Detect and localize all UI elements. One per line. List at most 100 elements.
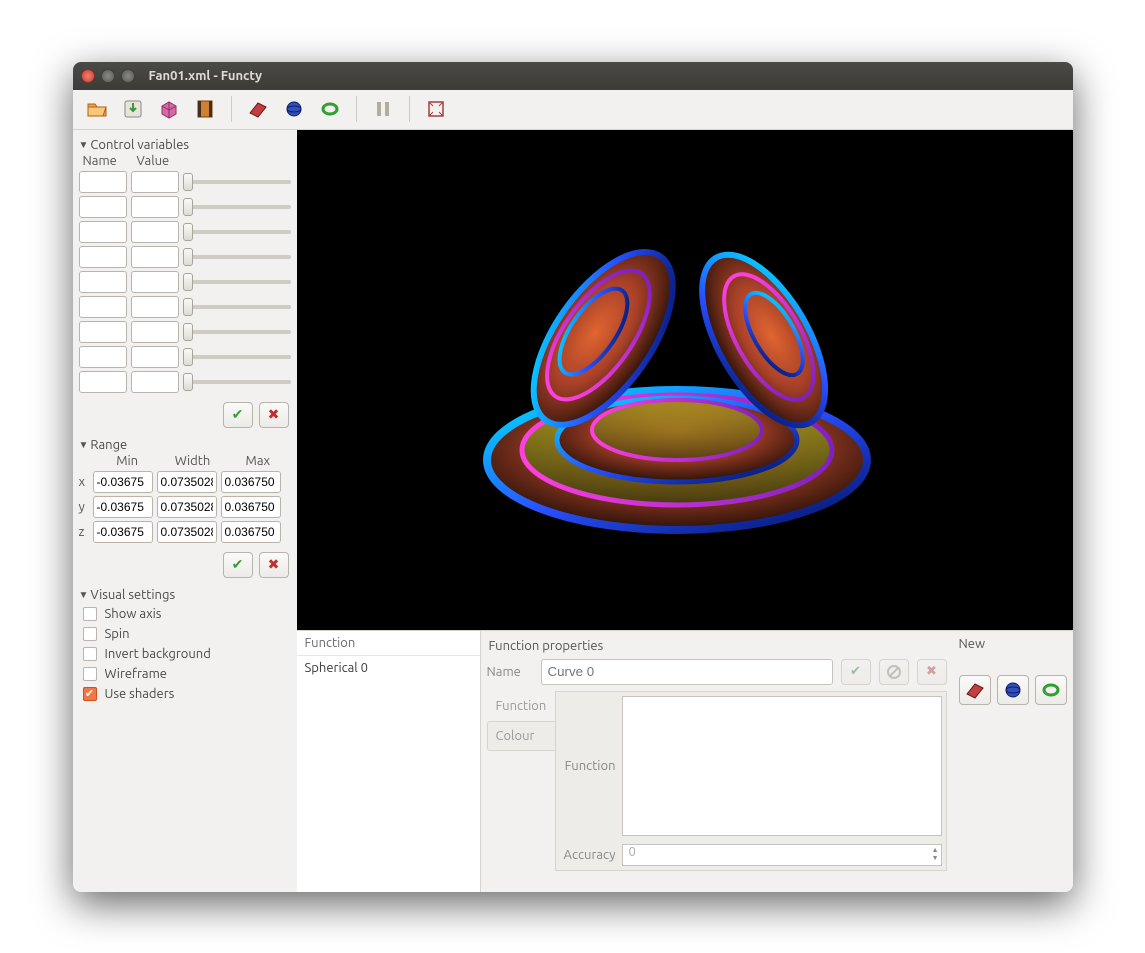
- range-expander[interactable]: ▼ Range: [79, 438, 291, 452]
- fullscreen-button[interactable]: [420, 93, 452, 125]
- cv-row: [79, 196, 291, 218]
- cv-value-input[interactable]: [131, 271, 179, 293]
- cv-slider[interactable]: [183, 196, 291, 218]
- folder-open-icon: [86, 98, 108, 120]
- name-label: Name: [487, 665, 533, 679]
- export-movie-button[interactable]: [189, 93, 221, 125]
- window-maximize-button[interactable]: [121, 69, 135, 83]
- visual-settings-expander[interactable]: ▼ Visual settings: [79, 588, 291, 602]
- cv-row: [79, 171, 291, 193]
- cv-slider[interactable]: [183, 296, 291, 318]
- viewport-3d[interactable]: [297, 130, 1073, 630]
- cv-cancel-button[interactable]: ✖: [259, 402, 289, 428]
- cv-col-value: Value: [137, 154, 170, 168]
- cv-name-input[interactable]: [79, 296, 127, 318]
- cartesian-button[interactable]: [242, 93, 274, 125]
- pause-button[interactable]: [367, 93, 399, 125]
- tab-function[interactable]: Function: [487, 691, 555, 721]
- spherical-button[interactable]: [278, 93, 310, 125]
- cv-value-input[interactable]: [131, 221, 179, 243]
- function-textarea[interactable]: [622, 696, 942, 836]
- cv-slider[interactable]: [183, 271, 291, 293]
- function-list: Function Spherical 0: [297, 631, 481, 892]
- tab-colour[interactable]: Colour: [487, 721, 555, 751]
- cv-name-input[interactable]: [79, 346, 127, 368]
- film-icon: [194, 98, 216, 120]
- curve-button[interactable]: [314, 93, 346, 125]
- cv-value-input[interactable]: [131, 196, 179, 218]
- spin-arrows-icon: ▲▼: [932, 846, 939, 862]
- function-name-input[interactable]: [541, 659, 833, 685]
- range-z-max[interactable]: [221, 521, 281, 543]
- range-z-min[interactable]: [93, 521, 153, 543]
- cv-row: [79, 271, 291, 293]
- show-axis-label: Show axis: [105, 607, 162, 621]
- cv-row: [79, 246, 291, 268]
- range-y-min[interactable]: [93, 496, 153, 518]
- cv-slider[interactable]: [183, 221, 291, 243]
- save-icon: [122, 98, 144, 120]
- range-x-label: x: [79, 475, 89, 489]
- cv-slider[interactable]: [183, 346, 291, 368]
- range-col-max: Max: [225, 454, 290, 468]
- new-cartesian-button[interactable]: [959, 675, 991, 705]
- control-variables-expander[interactable]: ▼ Control variables: [79, 138, 291, 152]
- cv-name-input[interactable]: [79, 171, 127, 193]
- accuracy-spinbox[interactable]: 0 ▲▼: [622, 844, 942, 866]
- cv-slider[interactable]: [183, 321, 291, 343]
- function-list-item[interactable]: Spherical 0: [297, 656, 480, 680]
- checkbox-icon: [83, 627, 97, 641]
- accuracy-value: 0: [629, 845, 636, 859]
- new-curve-button[interactable]: [1035, 675, 1067, 705]
- new-spherical-button[interactable]: [997, 675, 1029, 705]
- cv-name-input[interactable]: [79, 271, 127, 293]
- cv-name-input[interactable]: [79, 246, 127, 268]
- range-cancel-button[interactable]: ✖: [259, 552, 289, 578]
- cv-value-input[interactable]: [131, 246, 179, 268]
- cv-slider[interactable]: [183, 246, 291, 268]
- range-x-width[interactable]: [157, 471, 217, 493]
- cv-name-input[interactable]: [79, 321, 127, 343]
- show-axis-checkbox[interactable]: Show axis: [79, 604, 291, 624]
- cv-name-input[interactable]: [79, 196, 127, 218]
- function-properties-panel: Function properties Name ✔ ✖ Function: [481, 631, 953, 892]
- cv-name-input[interactable]: [79, 221, 127, 243]
- spin-checkbox[interactable]: Spin: [79, 624, 291, 644]
- invert-bg-checkbox[interactable]: Invert background: [79, 644, 291, 664]
- use-shaders-checkbox[interactable]: ✔ Use shaders: [79, 684, 291, 704]
- cv-value-input[interactable]: [131, 296, 179, 318]
- export-3d-button[interactable]: [153, 93, 185, 125]
- plane-icon: [248, 99, 268, 119]
- delete-function-button[interactable]: ✖: [917, 659, 947, 685]
- save-file-button[interactable]: [117, 93, 149, 125]
- cv-slider[interactable]: [183, 371, 291, 393]
- range-x-min[interactable]: [93, 471, 153, 493]
- accuracy-label: Accuracy: [560, 848, 616, 862]
- range-apply-button[interactable]: ✔: [223, 552, 253, 578]
- window-close-button[interactable]: [81, 69, 95, 83]
- toolbar: [73, 90, 1073, 130]
- properties-title: Function properties: [487, 635, 947, 659]
- torus-icon: [1041, 680, 1061, 700]
- checkbox-icon: ✔: [83, 687, 97, 701]
- cv-name-input[interactable]: [79, 371, 127, 393]
- cv-value-input[interactable]: [131, 171, 179, 193]
- range-z-width[interactable]: [157, 521, 217, 543]
- range-y-width[interactable]: [157, 496, 217, 518]
- range-z-label: z: [79, 525, 89, 539]
- cv-value-input[interactable]: [131, 321, 179, 343]
- cv-slider[interactable]: [183, 171, 291, 193]
- wireframe-checkbox[interactable]: Wireframe: [79, 664, 291, 684]
- apply-name-button[interactable]: ✔: [841, 659, 871, 685]
- range-y-max[interactable]: [221, 496, 281, 518]
- disabled-action-button[interactable]: [879, 659, 909, 685]
- range-x-max[interactable]: [221, 471, 281, 493]
- new-function-panel: New: [953, 631, 1073, 892]
- fullscreen-icon: [426, 99, 446, 119]
- function-list-header: Function: [297, 631, 480, 656]
- open-file-button[interactable]: [81, 93, 113, 125]
- window-minimize-button[interactable]: [101, 69, 115, 83]
- cv-apply-button[interactable]: ✔: [223, 402, 253, 428]
- cv-value-input[interactable]: [131, 346, 179, 368]
- cv-value-input[interactable]: [131, 371, 179, 393]
